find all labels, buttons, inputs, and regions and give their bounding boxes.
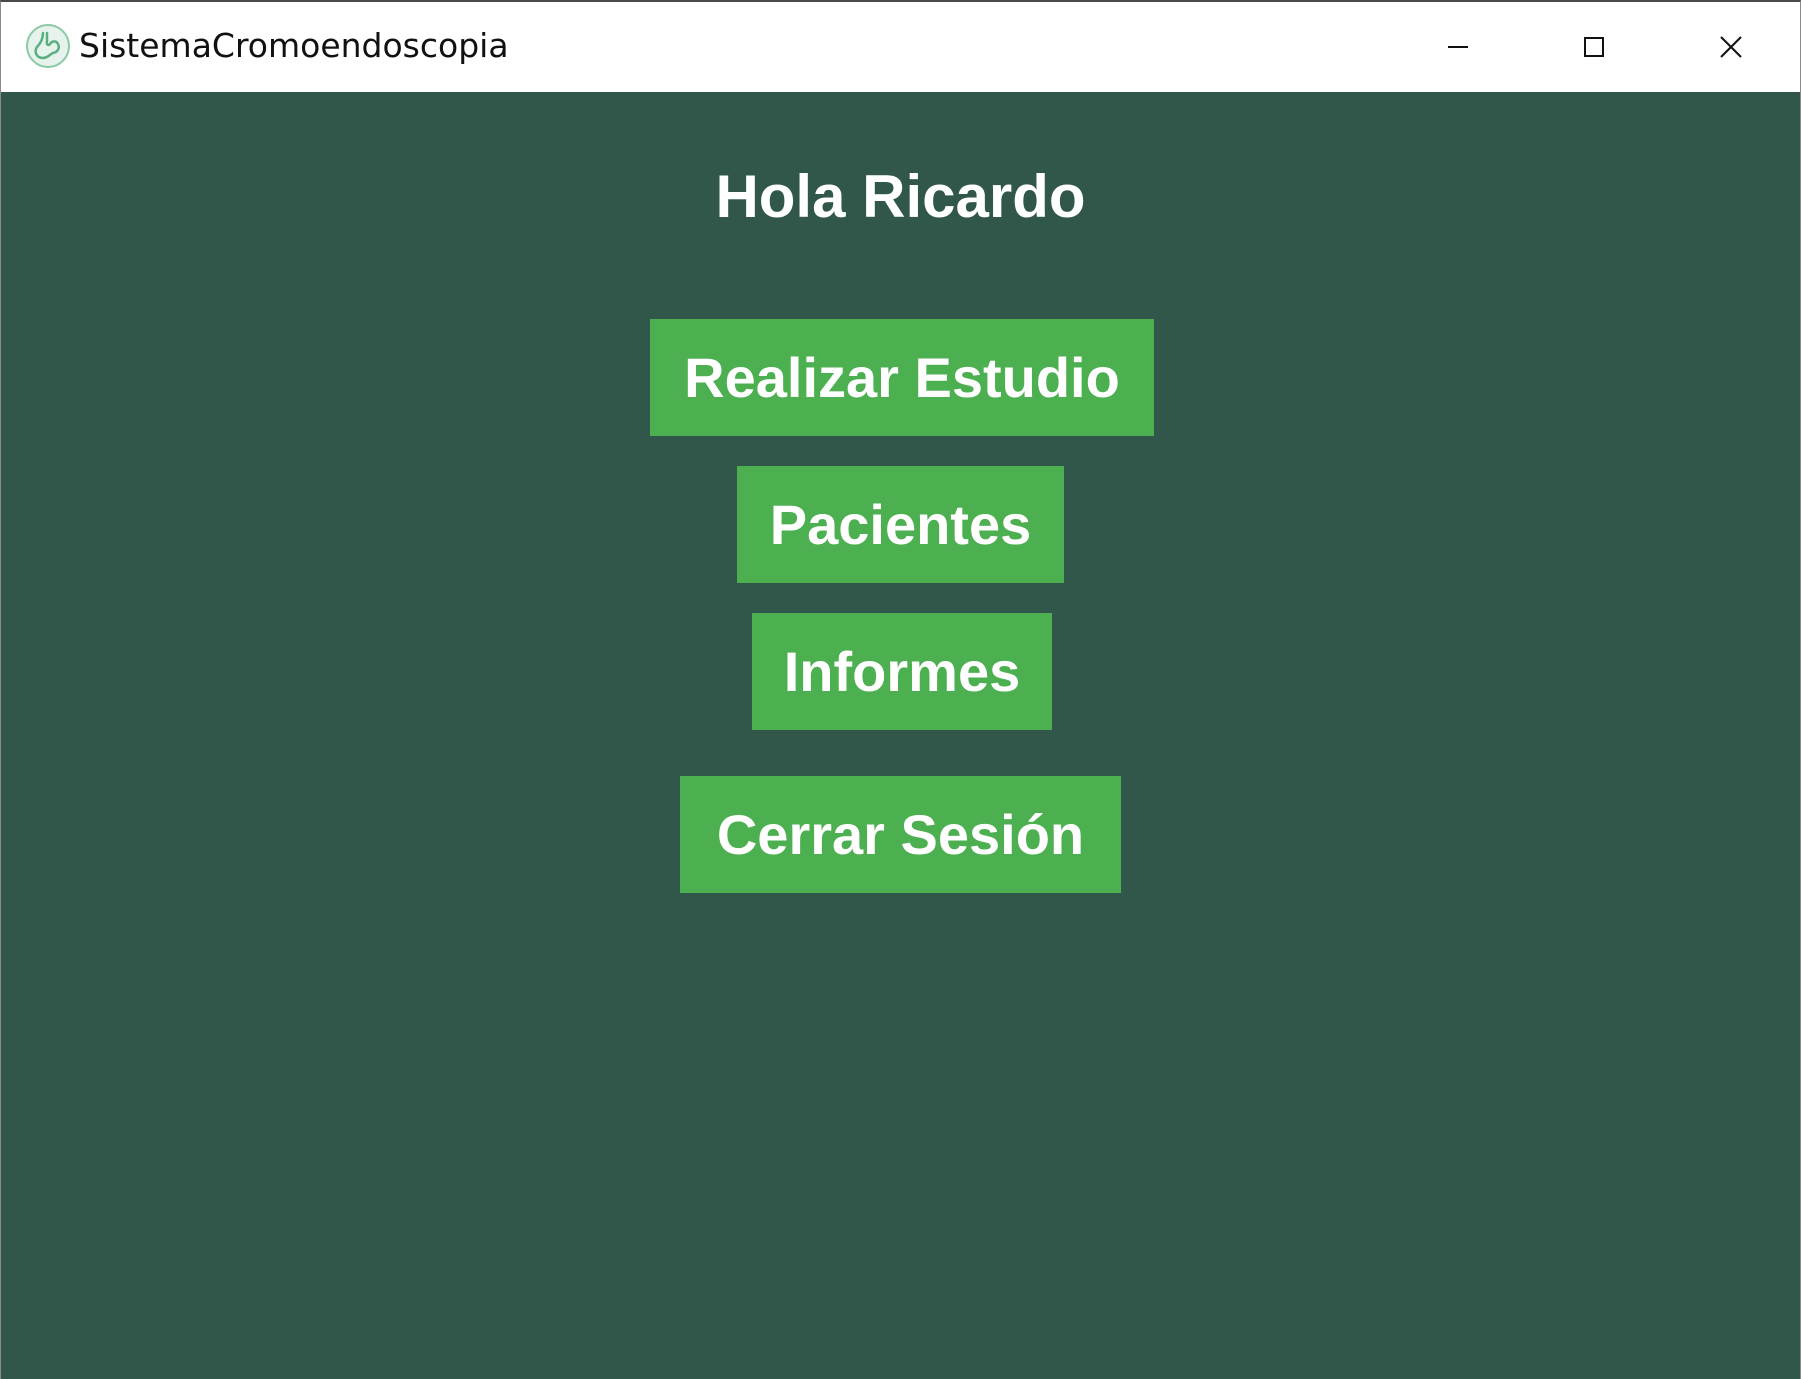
minimize-button[interactable] (1390, 2, 1526, 92)
app-window: SistemaCromoendoscopia Hola Ricardo Real… (0, 0, 1801, 1379)
maximize-icon (1584, 37, 1604, 57)
greeting-heading: Hola Ricardo (715, 163, 1086, 230)
title-bar[interactable]: SistemaCromoendoscopia (1, 2, 1800, 92)
stomach-icon (25, 23, 71, 69)
minimize-icon (1448, 46, 1468, 48)
main-panel: Hola Ricardo Realizar Estudio Pacientes … (1, 92, 1800, 1379)
realizar-estudio-button[interactable]: Realizar Estudio (650, 319, 1154, 436)
close-icon (1720, 36, 1742, 58)
informes-button[interactable]: Informes (752, 613, 1052, 730)
cerrar-sesion-button[interactable]: Cerrar Sesión (680, 776, 1121, 893)
maximize-button[interactable] (1526, 2, 1662, 92)
window-title: SistemaCromoendoscopia (79, 26, 509, 65)
pacientes-button[interactable]: Pacientes (737, 466, 1064, 583)
close-button[interactable] (1663, 2, 1799, 92)
